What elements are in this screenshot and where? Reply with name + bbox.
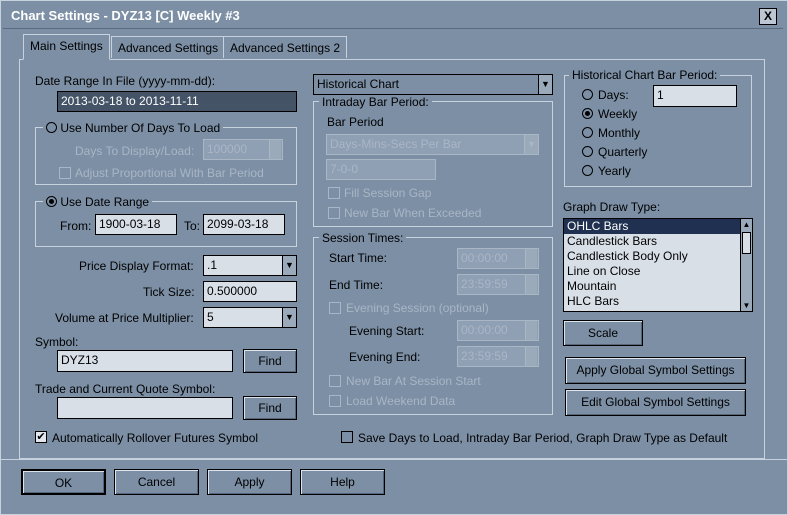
edit-global-symbol-settings-button[interactable]: Edit Global Symbol Settings	[565, 389, 746, 416]
list-item[interactable]: Line on Close	[564, 264, 752, 279]
list-item[interactable]: HLC Bars	[564, 294, 752, 309]
graph-draw-type-label: Graph Draw Type:	[563, 200, 661, 214]
adjust-proportional-label: Adjust Proportional With Bar Period	[75, 166, 264, 180]
chevron-down-icon[interactable]: ▼	[282, 308, 296, 327]
monthly-radio[interactable]	[582, 127, 593, 138]
historical-period-label: Historical Chart Bar Period:	[569, 68, 721, 82]
adjust-proportional-checkbox[interactable]	[59, 167, 71, 179]
scroll-down-icon[interactable]: ▼	[741, 300, 752, 311]
save-default-label: Save Days to Load, Intraday Bar Period, …	[358, 431, 728, 445]
symbol-label: Symbol:	[35, 335, 79, 349]
trade-symbol-find-button[interactable]: Find	[243, 396, 297, 420]
from-label: From:	[60, 219, 92, 233]
days-radio[interactable]	[582, 89, 593, 100]
cancel-button[interactable]: Cancel	[114, 469, 199, 495]
weekly-radio[interactable]	[582, 108, 593, 119]
to-date-field[interactable]: 2099-03-18	[203, 214, 285, 235]
ok-button[interactable]: OK	[21, 469, 106, 495]
quarterly-radio-label: Quarterly	[598, 145, 648, 159]
save-default-checkbox[interactable]	[341, 431, 353, 443]
quarterly-radio[interactable]	[582, 146, 593, 157]
apply-global-symbol-settings-button[interactable]: Apply Global Symbol Settings	[565, 357, 746, 384]
load-weekend-data-checkbox[interactable]	[329, 395, 341, 407]
scroll-up-icon[interactable]: ▲	[741, 219, 752, 230]
yearly-radio-label: Yearly	[598, 164, 631, 178]
chevron-down-icon[interactable]: ▼	[538, 75, 552, 94]
rollover-label: Automatically Rollover Futures Symbol	[52, 431, 259, 445]
evening-start-spinner[interactable]	[525, 321, 537, 340]
days-spinner[interactable]	[269, 140, 281, 159]
close-button[interactable]: X	[759, 8, 777, 25]
to-label: To:	[184, 219, 201, 233]
chevron-down-icon[interactable]: ▼	[524, 135, 538, 154]
symbol-find-button[interactable]: Find	[243, 349, 297, 373]
new-bar-session-start-label: New Bar At Session Start	[346, 374, 481, 388]
bar-period-label: Bar Period	[327, 115, 384, 129]
days-to-load-radio-label: Use Number Of Days To Load	[60, 121, 221, 135]
monthly-radio-label: Monthly	[598, 126, 641, 140]
use-date-range-radio-row[interactable]: Use Date Range	[43, 195, 153, 209]
scrollbar-thumb[interactable]	[742, 232, 751, 254]
fill-session-gap-checkbox[interactable]	[328, 187, 340, 199]
from-date-field[interactable]: 1900-03-18	[95, 214, 177, 235]
tick-size-label: Tick Size:	[143, 285, 195, 299]
list-item[interactable]: OHLC Bars	[564, 219, 752, 234]
trade-symbol-field[interactable]	[57, 397, 233, 419]
use-date-range-label: Use Date Range	[60, 195, 150, 209]
apply-button[interactable]: Apply	[207, 469, 292, 495]
chart-type-select[interactable]: Historical Chart	[313, 74, 553, 95]
rollover-checkbox[interactable]: ✔	[35, 431, 47, 443]
days-value-field[interactable]: 1	[653, 85, 737, 107]
intraday-group-label: Intraday Bar Period:	[319, 95, 432, 109]
evening-start-label: Evening Start:	[349, 324, 425, 338]
yearly-radio[interactable]	[582, 165, 593, 176]
window-title: Chart Settings - DYZ13 [C] Weekly #3	[11, 8, 240, 23]
use-date-range-radio[interactable]	[46, 196, 57, 207]
tab-main-settings[interactable]: Main Settings	[23, 34, 110, 60]
days-radio-label: Days:	[598, 88, 629, 102]
volume-multiplier-label: Volume at Price Multiplier:	[55, 311, 194, 325]
weekly-radio-label: Weekly	[598, 107, 638, 121]
divider	[1, 459, 787, 460]
price-display-label: Price Display Format:	[79, 259, 194, 273]
start-time-label: Start Time:	[329, 251, 388, 265]
session-times-label: Session Times:	[319, 231, 407, 245]
start-time-spinner[interactable]	[525, 249, 537, 268]
scale-button[interactable]: Scale	[563, 320, 643, 346]
list-item[interactable]: Candlestick Body Only	[564, 249, 752, 264]
bar-period-select[interactable]: Days-Mins-Secs Per Bar	[326, 134, 539, 155]
tab-advanced-settings-2[interactable]: Advanced Settings 2	[223, 36, 348, 58]
days-display-load-label: Days To Display/Load:	[75, 144, 195, 158]
bar-period-value-field[interactable]: 7-0-0	[326, 159, 436, 180]
end-time-spinner[interactable]	[525, 275, 537, 294]
trade-symbol-label: Trade and Current Quote Symbol:	[35, 382, 216, 396]
new-bar-exceeded-checkbox[interactable]	[328, 207, 340, 219]
chart-settings-dialog: Chart Settings - DYZ13 [C] Weekly #3 X M…	[0, 0, 788, 515]
days-to-load-radio[interactable]	[46, 122, 57, 133]
end-time-label: End Time:	[329, 278, 384, 292]
fill-session-gap-label: Fill Session Gap	[344, 186, 432, 200]
list-item[interactable]: Candlestick Bars	[564, 234, 752, 249]
graph-draw-type-list[interactable]: OHLC Bars Candlestick Bars Candlestick B…	[563, 218, 753, 312]
days-to-load-radio-row[interactable]: Use Number Of Days To Load	[43, 121, 224, 135]
new-bar-exceeded-label: New Bar When Exceeded	[344, 206, 482, 220]
list-item[interactable]: Mountain	[564, 279, 752, 294]
tab-advanced-settings[interactable]: Advanced Settings	[111, 36, 226, 58]
vertical-scrollbar[interactable]: ▲ ▼	[740, 219, 752, 311]
date-range-field: 2013-03-18 to 2013-11-11	[57, 91, 297, 112]
chevron-down-icon[interactable]: ▼	[282, 256, 296, 275]
new-bar-session-start-checkbox[interactable]	[329, 375, 341, 387]
tick-size-field[interactable]: 0.500000	[203, 281, 297, 302]
load-weekend-data-label: Load Weekend Data	[346, 394, 456, 408]
date-range-label: Date Range In File (yyyy-mm-dd):	[35, 74, 216, 88]
evening-session-checkbox[interactable]	[329, 302, 341, 314]
title-bar[interactable]: Chart Settings - DYZ13 [C] Weekly #3 X	[3, 3, 783, 29]
evening-end-label: Evening End:	[349, 350, 421, 364]
evening-end-spinner[interactable]	[525, 347, 537, 366]
evening-session-label: Evening Session (optional)	[346, 301, 489, 315]
symbol-field[interactable]: DYZ13	[57, 350, 233, 372]
help-button[interactable]: Help	[300, 469, 385, 495]
